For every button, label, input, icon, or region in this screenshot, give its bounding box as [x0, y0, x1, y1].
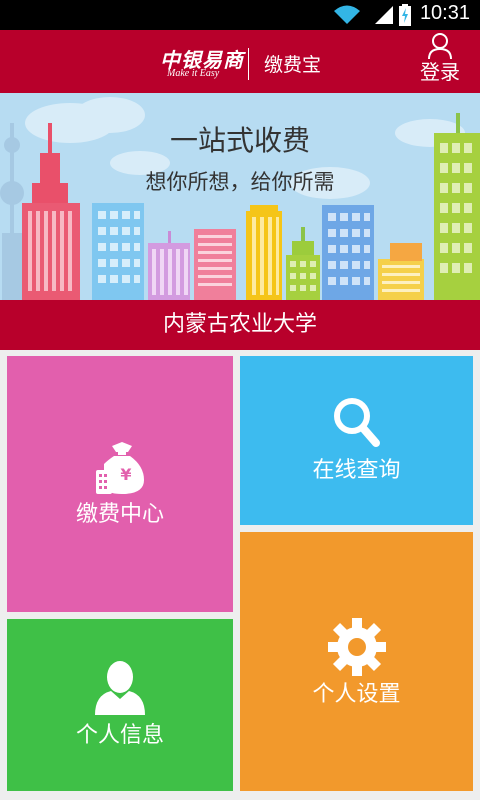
- user-icon: [428, 33, 452, 60]
- school-name-bar: 内蒙古农业大学: [0, 300, 480, 350]
- online-query-label: 在线查询: [312, 458, 401, 483]
- app-name: 缴费宝: [264, 54, 322, 76]
- app-header: 中银易商 Make it Easy 缴费宝 登录: [0, 30, 480, 93]
- login-button[interactable]: 登录: [412, 32, 468, 90]
- svg-text:¥: ¥: [120, 465, 131, 484]
- logo-divider: [248, 48, 249, 80]
- signal-icon: [375, 6, 393, 24]
- payment-center-label: 缴费中心: [75, 502, 164, 527]
- personal-settings-label: 个人设置: [312, 682, 401, 707]
- status-time: 10:31: [419, 2, 470, 24]
- search-icon: [334, 398, 380, 447]
- bank-logo-slogan: Make it Easy: [167, 68, 220, 79]
- person-icon: [95, 661, 145, 715]
- banner-title: 一站式收费: [169, 124, 310, 157]
- payment-center-tile[interactable]: ¥ 缴费中心: [7, 356, 233, 612]
- personal-info-tile[interactable]: 个人信息: [7, 619, 233, 791]
- battery-charging-icon: [399, 4, 411, 26]
- money-bag-icon: ¥: [96, 442, 144, 494]
- status-bar: 10:31: [0, 0, 480, 30]
- gear-icon: [328, 618, 386, 676]
- personal-settings-tile[interactable]: 个人设置: [240, 532, 473, 791]
- wifi-icon: [334, 5, 360, 24]
- login-label: 登录: [420, 60, 460, 84]
- online-query-tile[interactable]: 在线查询: [240, 356, 473, 525]
- hero-banner: 一站式收费 想你所想，给你所需: [0, 93, 480, 300]
- banner-subtitle: 想你所想，给你所需: [145, 170, 335, 194]
- personal-info-label: 个人信息: [75, 723, 164, 748]
